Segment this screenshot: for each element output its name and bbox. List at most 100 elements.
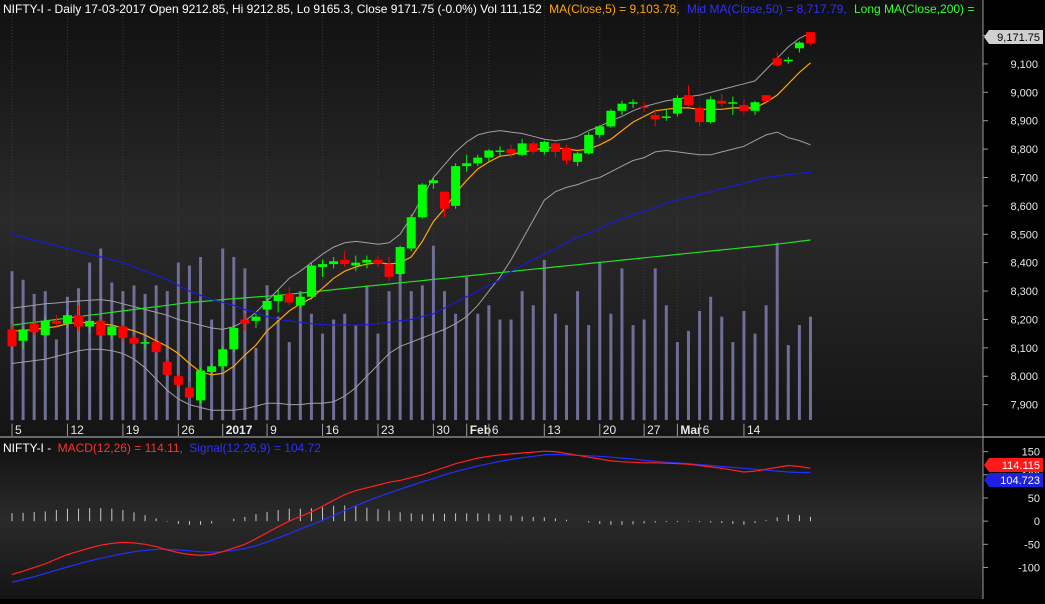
candle-body — [151, 342, 161, 353]
last-price-label: 9,171.75 — [997, 32, 1040, 44]
macd-pane-background — [0, 438, 983, 599]
candle-body — [140, 342, 150, 344]
candle-body — [473, 157, 483, 164]
candle-body — [584, 134, 594, 154]
candle-body — [340, 259, 350, 265]
candle-body — [650, 115, 660, 120]
x-axis-label: 19 — [126, 423, 140, 437]
price-axis-label: 8,000 — [1010, 371, 1038, 383]
x-axis-label: 6 — [492, 423, 499, 437]
candle-body — [406, 217, 416, 249]
stock-chart[interactable]: 9,2009,1009,0008,9008,8008,7008,6008,500… — [0, 0, 1045, 599]
macd-axis-label: 0 — [1034, 516, 1040, 528]
candle-body — [617, 103, 627, 111]
candle-body — [517, 143, 527, 155]
x-axis-label: 30 — [436, 423, 450, 437]
price-axis-label: 8,500 — [1010, 229, 1038, 241]
price-axis-label: 9,100 — [1010, 59, 1038, 71]
candle-body — [373, 259, 383, 265]
x-axis-label: 12 — [70, 423, 84, 437]
signal-last-label: 104.723 — [1000, 475, 1040, 487]
last-price-badge: 9,171.75 — [984, 30, 1043, 44]
candle-body — [539, 141, 549, 152]
header-line: NIFTY-I - Daily 17-03-2017 Open 9212.85,… — [3, 2, 974, 16]
price-axis-label: 8,300 — [1010, 286, 1038, 298]
candle-body — [550, 143, 560, 152]
price-axis-label: 8,200 — [1010, 314, 1038, 326]
header-info: NIFTY-I - Daily 17-03-2017 Open 9212.85,… — [3, 2, 542, 16]
x-axis-label: 5 — [15, 423, 22, 437]
x-axis-label: 27 — [647, 423, 661, 437]
macd-axis-label: -100 — [1018, 562, 1040, 574]
candle-body — [273, 295, 283, 302]
candle-body — [672, 97, 682, 114]
x-axis-label: Mar — [680, 423, 702, 437]
header-ma-short: MA(Close,5) = 9,103.78, — [549, 2, 679, 16]
candle-body — [306, 265, 316, 297]
candle-body — [573, 153, 583, 162]
candle-body — [639, 106, 649, 109]
candle-body — [129, 337, 139, 344]
header-ma-long: Long MA(Close,200) = — [854, 2, 974, 16]
header-ma-mid: Mid MA(Close,50) = 8,717.79, — [687, 2, 847, 16]
candle-body — [562, 147, 571, 161]
candle-body — [794, 42, 804, 49]
candle-body — [40, 320, 50, 336]
candle-body — [451, 166, 461, 206]
candle-body — [218, 349, 228, 367]
candle-body — [506, 149, 516, 154]
candle-body — [528, 143, 538, 152]
candle-body — [184, 387, 194, 398]
macd-axis-label: 50 — [1028, 493, 1040, 505]
candle-body — [96, 320, 106, 336]
candle-body — [717, 100, 727, 104]
candle-body — [295, 296, 305, 306]
candle-body — [772, 58, 782, 66]
candle-body — [107, 326, 117, 336]
candle-body — [428, 180, 438, 184]
candle-body — [440, 191, 450, 209]
candle-body — [495, 150, 505, 153]
x-axis-label: Feb — [470, 423, 491, 437]
x-axis-label: 14 — [747, 423, 761, 437]
macd-last-badge: 114.115 — [984, 458, 1043, 472]
x-axis-label: 16 — [326, 423, 340, 437]
candle-body — [595, 126, 605, 135]
macd-axis-label: 150 — [1022, 447, 1040, 459]
candle-body — [207, 366, 217, 372]
candle-body — [805, 32, 815, 44]
price-axis-label: 7,900 — [1010, 400, 1038, 412]
candle-body — [395, 247, 405, 275]
price-axis-label: 8,700 — [1010, 172, 1038, 184]
candle-body — [351, 262, 361, 266]
price-axis-label: 8,100 — [1010, 343, 1038, 355]
x-axis-label: 2017 — [226, 423, 253, 437]
candle-body — [74, 315, 84, 327]
candle-body — [196, 370, 206, 401]
candle-body — [251, 316, 261, 321]
candle-body — [783, 59, 793, 62]
candle-body — [240, 319, 250, 324]
macd-header-line: NIFTY-I - MACD(12,26) = 114.11, Signal(1… — [3, 441, 321, 455]
x-axis-label: 13 — [547, 423, 561, 437]
candle-body — [728, 102, 738, 104]
candle-body — [118, 326, 128, 338]
candle-body — [695, 107, 705, 123]
candle-body — [384, 264, 394, 277]
candle-body — [706, 99, 716, 123]
x-axis-label: 26 — [181, 423, 195, 437]
macd-header-macd: MACD(12,26) = 114.11, — [58, 441, 183, 455]
candle-body — [318, 264, 328, 267]
candle-body — [229, 327, 239, 350]
candle-body — [683, 95, 693, 106]
candle-body — [484, 150, 494, 158]
candle-body — [661, 116, 671, 118]
price-axis-label: 9,000 — [1010, 87, 1038, 99]
chart-canvas[interactable]: 9,2009,1009,0008,9008,8008,7008,6008,500… — [0, 0, 1045, 599]
candle-body — [162, 362, 172, 375]
candle-body — [739, 105, 749, 111]
candle-body — [51, 320, 61, 324]
x-axis-label: 20 — [603, 423, 617, 437]
candle-body — [29, 323, 39, 333]
macd-axis-label: -50 — [1024, 539, 1040, 551]
